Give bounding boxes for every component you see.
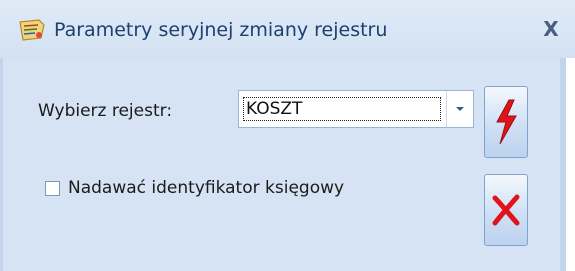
register-combobox[interactable]: KOSZT bbox=[238, 90, 474, 128]
chevron-down-icon bbox=[456, 107, 464, 111]
window-title: Parametry seryjnej zmiany rejestru bbox=[54, 19, 388, 41]
red-x-icon bbox=[492, 194, 520, 226]
dropdown-arrow[interactable] bbox=[446, 91, 473, 127]
dialog-window: Parametry seryjnej zmiany rejestru X Wyb… bbox=[0, 0, 575, 271]
ledger-id-checkbox[interactable] bbox=[45, 181, 60, 196]
register-value[interactable]: KOSZT bbox=[243, 97, 441, 121]
ledger-id-checkbox-label[interactable]: Nadawać identyfikator księgowy bbox=[68, 177, 344, 199]
register-label: Wybierz rejestr: bbox=[38, 101, 173, 121]
cancel-button[interactable] bbox=[484, 174, 528, 246]
run-button[interactable] bbox=[484, 86, 528, 158]
title-bar: Parametry seryjnej zmiany rejestru X bbox=[0, 0, 575, 58]
lightning-icon bbox=[496, 99, 517, 145]
app-icon bbox=[17, 18, 47, 42]
close-button[interactable]: X bbox=[539, 16, 563, 42]
